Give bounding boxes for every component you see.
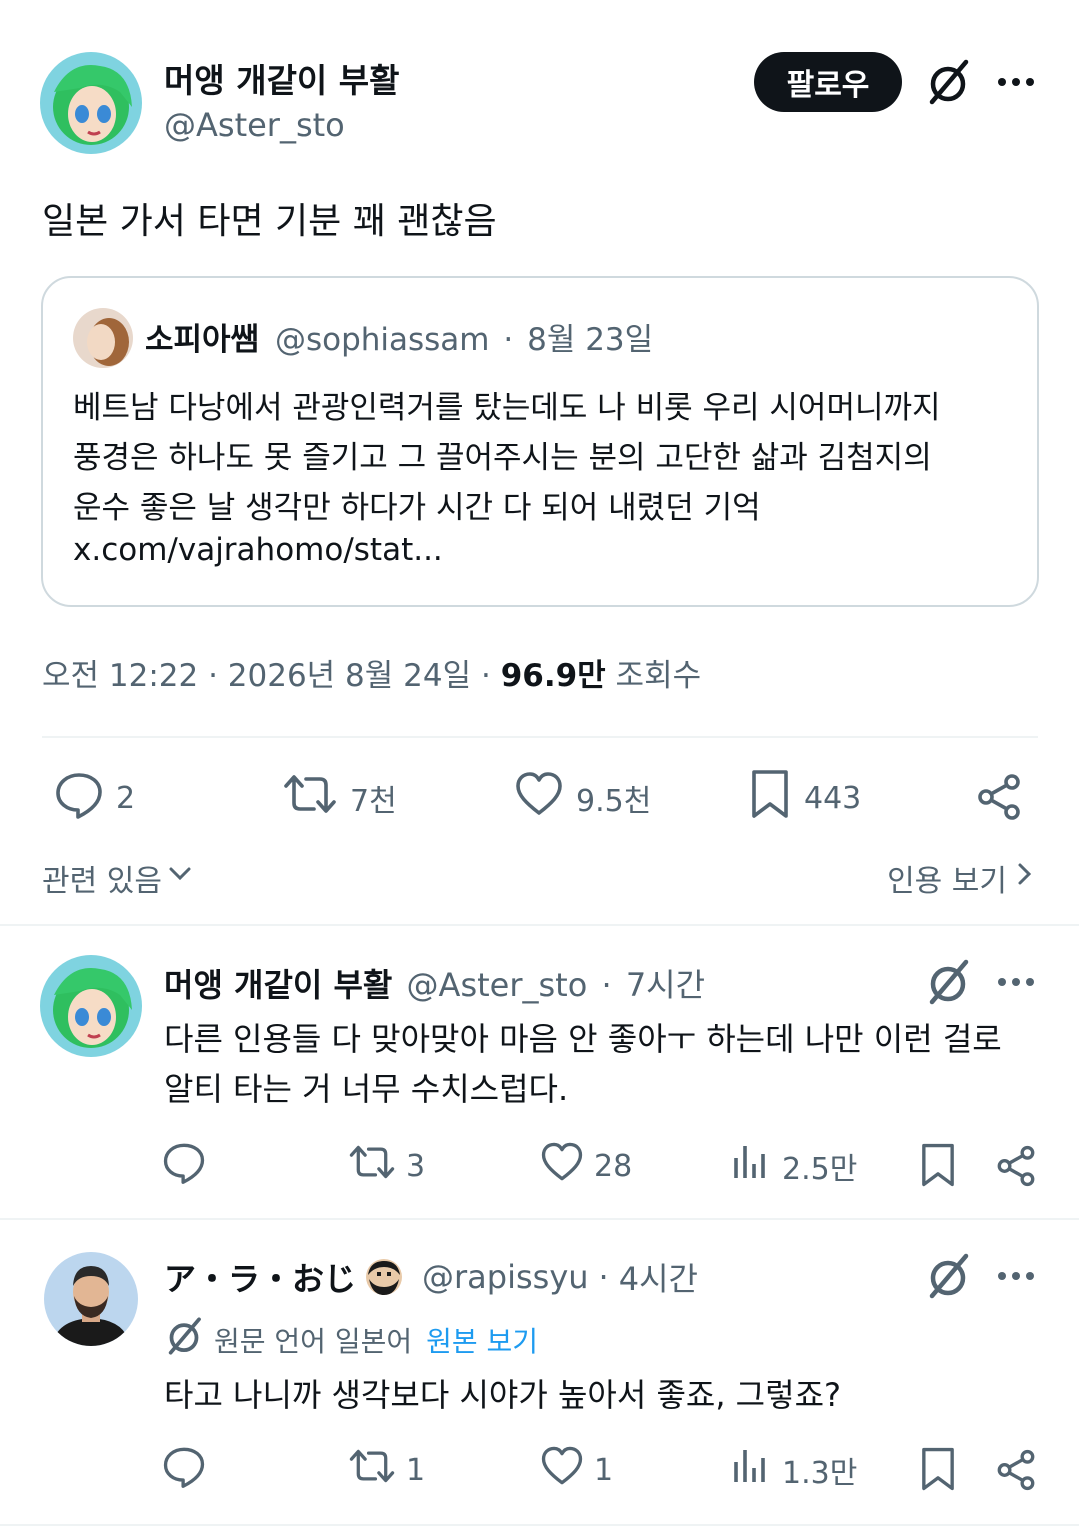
repost-count: 7천 [350, 784, 397, 819]
like-count: 1 [594, 1452, 614, 1488]
divider [0, 1524, 1079, 1526]
quote-separator: · [503, 322, 514, 358]
view-label: 조회수 [605, 658, 702, 694]
quote-author-handle: @sophiassam [274, 322, 490, 358]
reply-text-line: 다른 인용들 다 맞아맞아 마음 안 좋아ㅜ 하는데 나만 이런 걸로 [164, 1020, 1002, 1058]
translate-icon [164, 1316, 204, 1363]
repost-count: 3 [406, 1148, 426, 1184]
reply-author-handle[interactable]: @rapissyu [422, 1258, 589, 1296]
bookmark-icon [748, 768, 792, 828]
chevron-right-icon [1015, 859, 1035, 897]
reply-text-line: 알티 타는 거 너무 수치스럽다. [164, 1070, 569, 1108]
reply-time[interactable]: 7시간 [626, 966, 705, 1004]
like-button[interactable]: 1 [540, 1446, 614, 1492]
translation-note: 원문 언어 일본어 [214, 1324, 413, 1358]
reply-author-avatar[interactable] [44, 1252, 138, 1346]
repost-count: 1 [406, 1452, 426, 1488]
repost-icon [282, 769, 338, 827]
follow-button[interactable]: 팔로우 [754, 52, 902, 112]
views-button[interactable]: 1.3만 [730, 1448, 857, 1492]
quote-link[interactable]: x.com/vajrahomo/stat... [73, 532, 443, 568]
share-icon[interactable] [994, 1448, 1038, 1492]
like-button[interactable]: 9.5천 [514, 772, 651, 824]
author-avatar[interactable] [40, 52, 142, 154]
repost-button[interactable]: 3 [348, 1144, 425, 1188]
repost-icon [348, 1140, 396, 1192]
divider [0, 924, 1079, 926]
repost-icon [348, 1444, 396, 1496]
post-timestamp[interactable]: 오전 12:22 · 2026년 8월 24일 · [42, 658, 501, 694]
reply-count: 2 [116, 780, 136, 816]
share-icon[interactable] [994, 1144, 1038, 1188]
reply-author-handle[interactable]: @Aster_sto [407, 966, 588, 1004]
quoted-post-card[interactable]: 소피아쌤 @sophiassam · 8월 23일 베트남 다낭에서 관광인력거… [41, 276, 1039, 607]
views-icon [730, 1446, 770, 1494]
reply-author-name[interactable]: ア・ラ・おじ [164, 1254, 356, 1300]
reply-separator: · [598, 1258, 609, 1296]
views-count: 1.3만 [782, 1456, 858, 1491]
views-count: 2.5만 [782, 1152, 858, 1187]
heart-icon [514, 769, 564, 827]
grok-icon[interactable] [924, 1252, 972, 1300]
heart-icon [540, 1140, 584, 1192]
reply-author-avatar[interactable] [40, 955, 142, 1057]
post-text: 일본 가서 타면 기분 꽤 괜찮음 [42, 201, 497, 242]
share-icon[interactable] [974, 772, 1024, 822]
divider [42, 736, 1038, 738]
like-count: 9.5천 [576, 784, 652, 819]
reply-author-name[interactable]: 머앵 개같이 부활 [164, 966, 392, 1004]
author-name[interactable]: 머앵 개같이 부활 [164, 54, 400, 102]
more-options-icon[interactable] [996, 1258, 1036, 1294]
related-label: 관련 있음 [42, 864, 162, 899]
quote-text-line: 베트남 다낭에서 관광인력거를 탔는데도 나 비롯 우리 시어머니까지 [73, 390, 941, 426]
bookmark-icon[interactable] [918, 1446, 958, 1492]
divider [0, 1218, 1079, 1220]
reply-icon [54, 769, 104, 827]
view-count: 96.9만 [500, 658, 606, 694]
heart-icon [540, 1444, 584, 1496]
reply-icon [162, 1444, 206, 1496]
more-options-icon[interactable] [996, 964, 1036, 1000]
show-original-link[interactable]: 원본 보기 [426, 1320, 538, 1360]
repost-button[interactable]: 1 [348, 1448, 425, 1492]
quote-text-line: 풍경은 하나도 못 즐기고 그 끌어주시는 분의 고단한 삶과 김첨지의 [73, 440, 932, 476]
views-button[interactable]: 2.5만 [730, 1144, 857, 1188]
grok-icon[interactable] [924, 58, 972, 106]
bearded-face-emoji-icon [364, 1257, 404, 1297]
quote-text-line: 운수 좋은 날 생각만 하다가 시간 다 되어 내렸던 기억 [73, 490, 761, 526]
reply-button[interactable]: 2 [54, 772, 135, 824]
bookmark-count: 443 [804, 780, 862, 816]
chevron-down-icon [166, 860, 194, 896]
reply-separator: · [601, 966, 612, 1004]
reply-text-line: 타고 나니까 생각보다 시야가 높아서 좋죠, 그렇죠? [164, 1376, 841, 1414]
more-options-icon[interactable] [996, 64, 1036, 100]
view-quotes-label: 인용 보기 [887, 864, 1007, 899]
bookmark-button[interactable]: 443 [748, 770, 862, 824]
reply-button[interactable] [162, 1143, 218, 1188]
quote-author-name: 소피아쌤 [145, 322, 260, 358]
like-button[interactable]: 28 [540, 1142, 633, 1188]
reply-icon [162, 1140, 206, 1192]
grok-icon[interactable] [924, 958, 972, 1006]
bookmark-icon[interactable] [918, 1142, 958, 1188]
quote-author-avatar [73, 308, 133, 368]
quote-date: 8월 23일 [527, 322, 654, 358]
repost-button[interactable]: 7천 [282, 772, 397, 824]
author-handle[interactable]: @Aster_sto [164, 106, 345, 144]
related-dropdown[interactable]: 관련 있음 [42, 856, 194, 900]
view-quotes-link[interactable]: 인용 보기 [887, 856, 1035, 900]
reply-button[interactable] [162, 1447, 218, 1492]
views-icon [730, 1142, 770, 1190]
like-count: 28 [594, 1148, 633, 1184]
reply-time[interactable]: 4시간 [619, 1254, 698, 1300]
